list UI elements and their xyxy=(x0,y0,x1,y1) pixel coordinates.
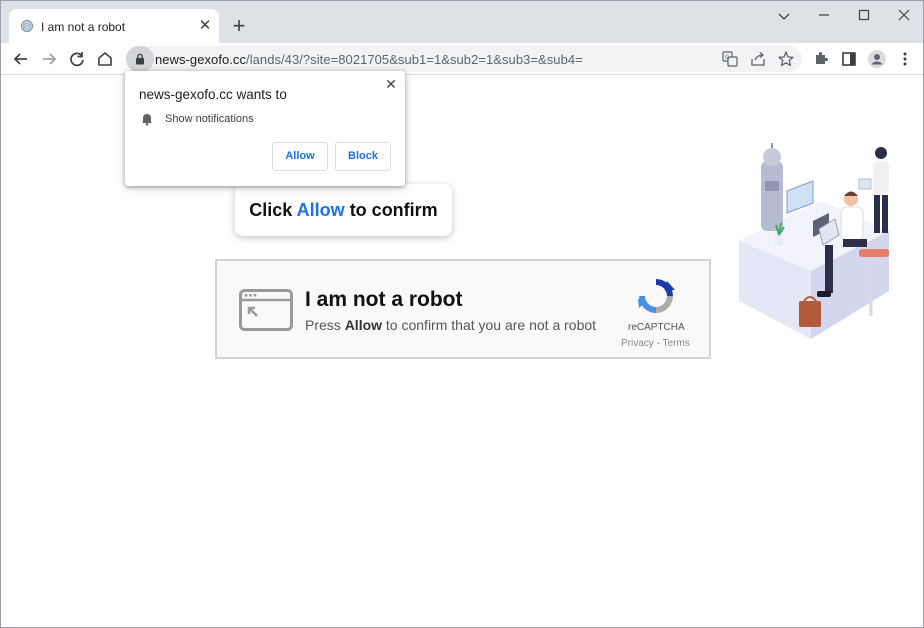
recaptcha-brand: reCAPTCHA xyxy=(628,322,685,333)
site-info-button[interactable] xyxy=(126,46,154,72)
recaptcha-logo-icon xyxy=(638,279,675,313)
click-allow-banner: Click Allow to confirm xyxy=(235,184,452,236)
browser-window: I am not a robot ✕ + news-gexofo.cc/land… xyxy=(0,0,924,628)
browser-window-cursor-icon xyxy=(239,289,293,331)
back-icon[interactable] xyxy=(9,47,33,71)
banner-prefix: Click xyxy=(249,200,293,220)
fake-captcha-box: I am not a robot Press Allow to confirm … xyxy=(215,259,711,359)
banner-allow-word: Allow xyxy=(296,200,345,220)
captcha-sub-allow: Allow xyxy=(344,317,383,333)
tab-active[interactable]: I am not a robot ✕ xyxy=(9,9,219,43)
home-icon[interactable] xyxy=(93,47,117,71)
captcha-subtitle: Press Allow to confirm that you are not … xyxy=(305,317,596,333)
tab-strip: I am not a robot ✕ + xyxy=(1,1,923,43)
captcha-sub-suffix: to confirm that you are not a robot xyxy=(385,317,597,333)
tab-title: I am not a robot xyxy=(41,20,126,34)
maximize-icon[interactable] xyxy=(846,5,882,27)
permission-close-button[interactable]: ✕ xyxy=(384,76,398,92)
captcha-sub-prefix: Press xyxy=(305,317,341,333)
banner-suffix: to confirm xyxy=(349,200,438,220)
minimize-icon[interactable] xyxy=(806,5,842,27)
reload-icon[interactable] xyxy=(65,47,89,71)
close-icon[interactable] xyxy=(886,5,922,27)
svg-text:G: G xyxy=(725,54,730,61)
side-panel-icon[interactable] xyxy=(837,47,861,71)
profile-icon[interactable] xyxy=(865,47,889,71)
extensions-icon[interactable] xyxy=(809,47,833,71)
share-icon[interactable] xyxy=(749,50,767,68)
robot-favicon-icon xyxy=(21,20,33,32)
forward-icon[interactable] xyxy=(37,47,61,71)
lock-icon xyxy=(136,53,144,65)
new-tab-button[interactable]: + xyxy=(227,15,251,39)
block-button[interactable]: Block xyxy=(335,142,391,171)
notification-permission-popup: news-gexofo.cc wants to ✕ Show notificat… xyxy=(125,71,405,186)
bookmark-star-icon[interactable] xyxy=(777,50,795,68)
permission-item-label: Show notifications xyxy=(165,113,254,125)
tab-close-button[interactable]: ✕ xyxy=(197,18,213,34)
menu-icon[interactable] xyxy=(893,47,917,71)
chevron-down-icon[interactable] xyxy=(766,5,802,27)
address-bar[interactable]: news-gexofo.cc/lands/43/?site=8021705&su… xyxy=(126,46,802,72)
url-host: news-gexofo.cc xyxy=(155,52,247,67)
office-robot-illustration xyxy=(739,143,889,339)
translate-icon[interactable]: G xyxy=(721,50,739,68)
permission-title: news-gexofo.cc wants to xyxy=(139,87,287,102)
url-path: /lands/43/?site=8021705&sub1=1&sub2=1&su… xyxy=(246,52,583,67)
url-text: news-gexofo.cc/lands/43/?site=8021705&su… xyxy=(155,52,583,67)
captcha-title: I am not a robot xyxy=(305,288,463,311)
bell-icon xyxy=(142,114,152,126)
recaptcha-links[interactable]: Privacy - Terms xyxy=(621,338,691,349)
allow-button[interactable]: Allow xyxy=(272,142,328,171)
